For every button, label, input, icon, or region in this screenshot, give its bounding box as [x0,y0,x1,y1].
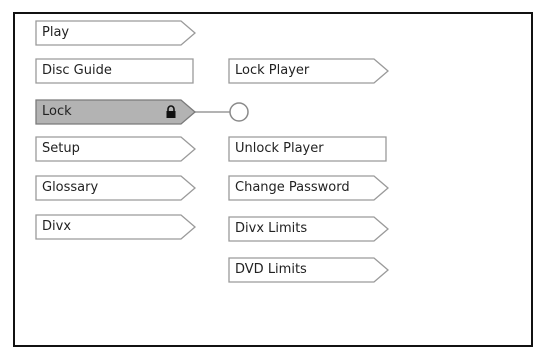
lock-icon [166,105,176,118]
submenu-item-label: Unlock Player [235,141,324,156]
submenu-item-label: DVD Limits [235,262,307,277]
main-menu-item-label: Divx [42,219,72,234]
main-menu-item-label: Glossary [42,180,99,195]
submenu-item-label: Divx Limits [235,221,308,236]
main-menu-item-label: Lock [42,104,72,119]
main-menu-item-label: Play [42,25,70,40]
main-menu-item-label: Disc Guide [42,63,112,78]
submenu-item-label: Change Password [235,180,350,195]
main-menu-item-label: Setup [42,141,80,156]
submenu-item-label: Lock Player [235,63,310,78]
